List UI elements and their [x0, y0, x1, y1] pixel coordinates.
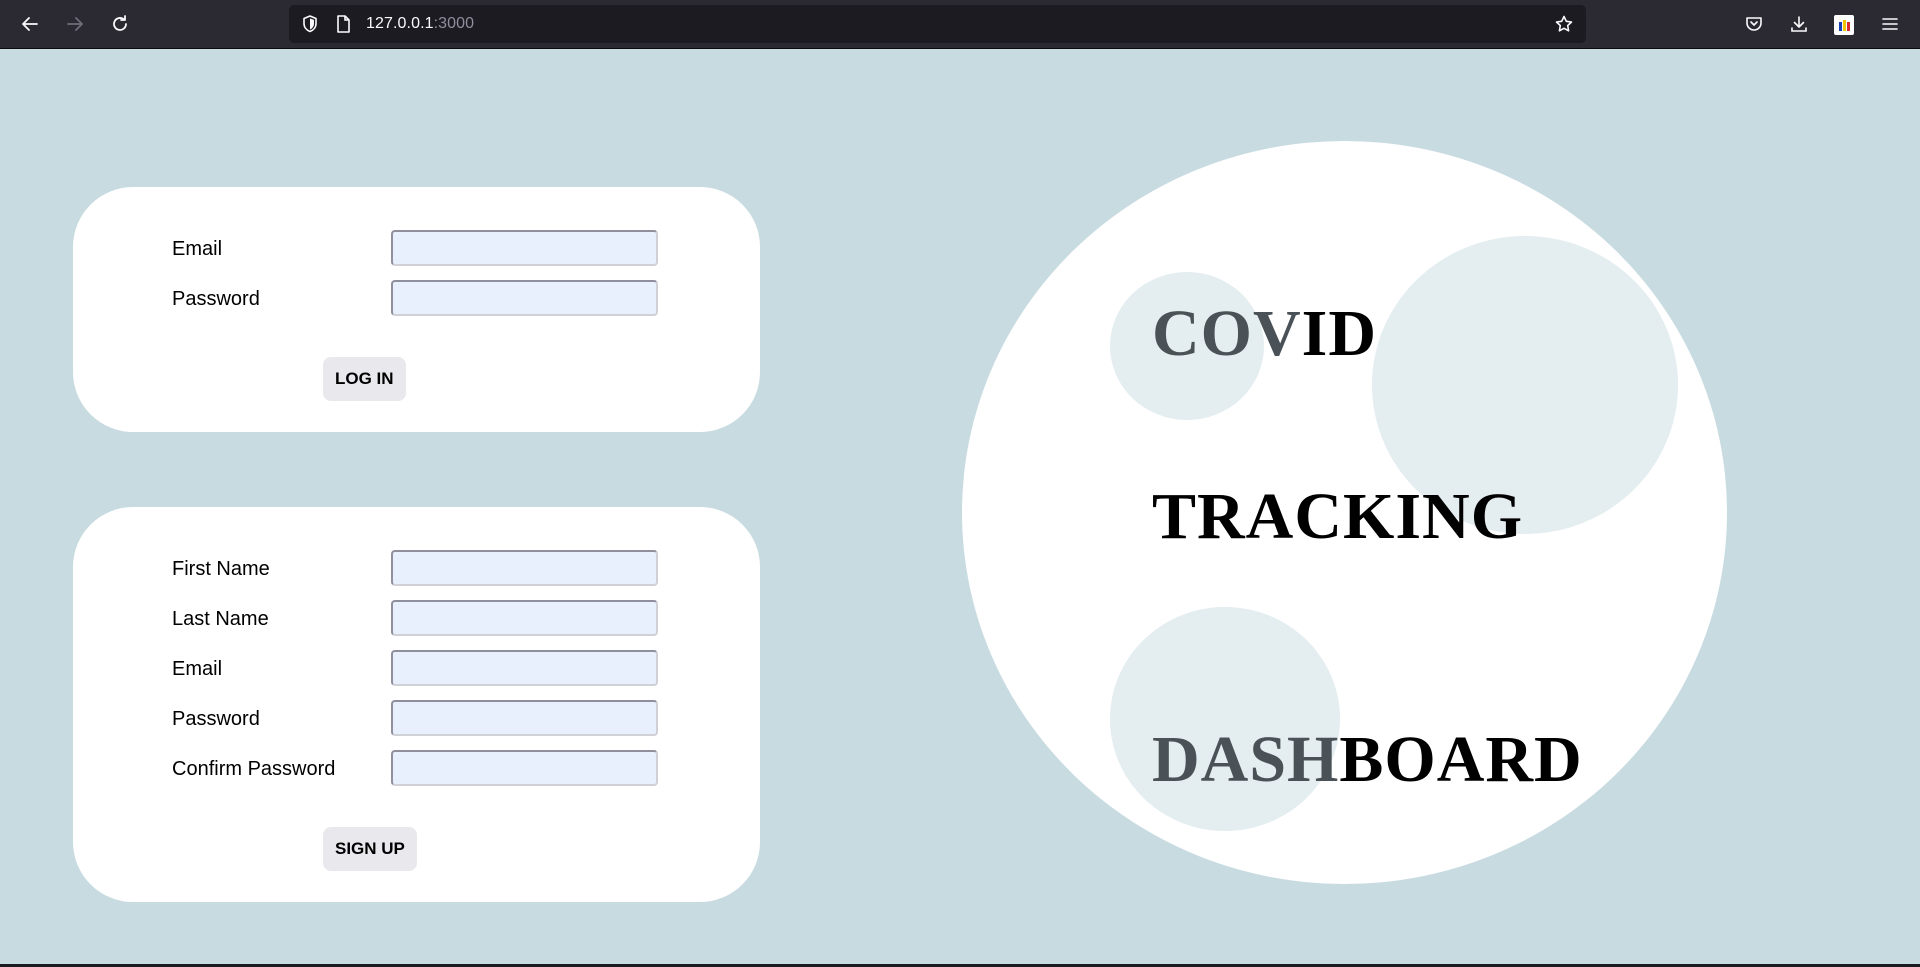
back-button[interactable]: [13, 7, 47, 41]
tracking-protection-shield-icon[interactable]: [300, 14, 320, 34]
login-password-input[interactable]: [391, 280, 658, 316]
url-text[interactable]: 127.0.0.1:3000: [366, 15, 474, 33]
hero-covid-part-a: COV: [1152, 297, 1302, 370]
address-bar[interactable]: 127.0.0.1:3000: [289, 5, 1586, 43]
hero-dashboard-part-b: BOARD: [1339, 723, 1583, 796]
hero-title-dashboard: DASHBOARD: [1152, 722, 1583, 798]
hero-covid-part-b: ID: [1301, 297, 1378, 370]
login-email-label: Email: [172, 238, 223, 260]
last-name-label: Last Name: [172, 608, 269, 630]
hero-title-tracking: TRACKING: [1152, 480, 1524, 553]
signup-form-card: First Name Last Name Email Password Conf…: [73, 507, 760, 902]
reload-icon: [113, 15, 127, 31]
signup-password-label: Password: [172, 708, 260, 730]
browser-toolbar: 127.0.0.1:3000: [0, 0, 1920, 49]
url-port: :3000: [433, 15, 475, 32]
signup-email-row: Email: [73, 650, 760, 686]
downloads-button[interactable]: [1782, 7, 1816, 41]
hero-circle: COVID TRACKING DASHBOARD: [962, 141, 1727, 884]
reload-button[interactable]: [103, 7, 137, 41]
signup-email-label: Email: [172, 658, 223, 680]
first-name-input[interactable]: [391, 550, 658, 586]
login-form-card: Email Password LOG IN: [73, 187, 760, 432]
forward-arrow-icon: [67, 17, 83, 31]
pocket-icon: [1746, 17, 1762, 31]
menu-button[interactable]: [1873, 7, 1907, 41]
signup-button[interactable]: SIGN UP: [323, 827, 417, 871]
hero-dashboard-part-a: DASH: [1152, 723, 1340, 796]
signup-password-input[interactable]: [391, 700, 658, 736]
downloads-icon: [1791, 16, 1807, 32]
login-email-input[interactable]: [391, 230, 658, 266]
signup-email-input[interactable]: [391, 650, 658, 686]
first-name-label: First Name: [172, 558, 270, 580]
hero-title-covid: COVID: [1152, 296, 1377, 372]
signup-first-name-row: First Name: [73, 550, 760, 586]
confirm-password-label: Confirm Password: [172, 758, 336, 780]
hamburger-menu-icon: [1882, 18, 1898, 30]
bookmark-star-icon[interactable]: [1554, 14, 1574, 34]
last-name-input[interactable]: [391, 600, 658, 636]
signup-last-name-row: Last Name: [73, 600, 760, 636]
forward-button[interactable]: [58, 7, 92, 41]
login-email-row: Email: [73, 230, 760, 266]
signup-password-row: Password: [73, 700, 760, 736]
page-info-icon[interactable]: [333, 14, 353, 34]
confirm-password-input[interactable]: [391, 750, 658, 786]
signup-confirm-password-row: Confirm Password: [73, 750, 760, 786]
login-password-row: Password: [73, 280, 760, 316]
pocket-button[interactable]: [1737, 7, 1771, 41]
extension-icon[interactable]: [1834, 15, 1854, 35]
back-arrow-icon: [22, 17, 38, 31]
login-button[interactable]: LOG IN: [323, 357, 406, 401]
page-content: Email Password LOG IN First Name Last Na…: [0, 49, 1920, 967]
login-password-label: Password: [172, 288, 260, 310]
url-host: 127.0.0.1: [366, 15, 434, 32]
